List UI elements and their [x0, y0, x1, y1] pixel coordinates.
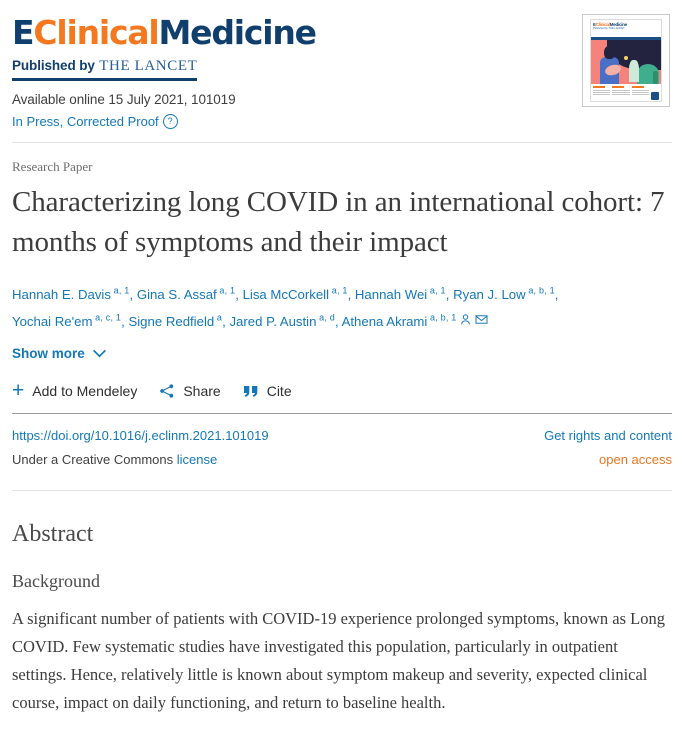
cover-art-shape-cactus: [653, 71, 658, 84]
author-name[interactable]: Athena Akrami: [342, 314, 428, 329]
publication-status[interactable]: In Press, Corrected Proof ?: [12, 114, 178, 129]
author-name[interactable]: Gina S. Assaf: [137, 287, 217, 302]
chevron-down-icon: [92, 346, 107, 361]
share-label: Share: [183, 383, 221, 400]
cover-subtitle: Published by THE LANCET: [593, 27, 625, 30]
masthead-divider: [12, 142, 672, 143]
author-affiliation-marker[interactable]: a, b, 1: [427, 312, 456, 322]
journal-cover-thumbnail[interactable]: EClinicalMedicine Published by THE LANCE…: [582, 14, 670, 107]
cover-art-figure-head: [604, 46, 615, 59]
cover-art-shape-dot: [624, 56, 628, 60]
author-separator: ,: [554, 287, 559, 303]
license-link[interactable]: license: [177, 452, 217, 467]
cover-footer-col: [593, 86, 611, 100]
abstract-heading: Abstract: [12, 521, 94, 548]
share-button[interactable]: Share: [159, 383, 221, 400]
journal-logo[interactable]: EClinicalMedicine: [12, 13, 318, 52]
abstract-section: Abstract Background A significant number…: [0, 521, 684, 717]
show-more-authors-button[interactable]: Show more: [12, 346, 107, 361]
cover-footer-badge: [650, 92, 659, 100]
logo-word-medicine: Medicine: [158, 13, 318, 52]
author-separator: ,: [347, 287, 355, 303]
author-affiliation-marker[interactable]: a, d: [316, 312, 335, 322]
author-name[interactable]: Hannah Wei: [355, 287, 427, 302]
doi-link[interactable]: https://doi.org/10.1016/j.eclinm.2021.10…: [12, 428, 269, 443]
share-nodes-icon: [159, 383, 175, 399]
available-online-date: Available online 15 July 2021, 101019: [12, 92, 236, 107]
journal-cover-image: EClinicalMedicine Published by THE LANCE…: [590, 19, 662, 102]
show-more-label: Show more: [12, 346, 85, 362]
license-prefix: Under a Creative Commons: [12, 452, 174, 468]
license-row: Under a Creative Commons license open ac…: [12, 452, 672, 467]
question-circle-icon[interactable]: ?: [162, 114, 178, 129]
author-separator: ,: [334, 313, 342, 329]
author-affiliation-marker[interactable]: a, 1: [111, 286, 130, 296]
article-type-kicker: Research Paper: [12, 159, 93, 174]
publisher-name: THE LANCET: [99, 58, 198, 74]
cover-artwork: [591, 40, 661, 84]
doi-rights-block: https://doi.org/10.1016/j.eclinm.2021.10…: [0, 428, 684, 467]
open-access-badge[interactable]: open access: [599, 452, 672, 467]
person-icon[interactable]: [459, 311, 472, 333]
author-name[interactable]: Lisa McCorkell: [243, 287, 329, 302]
article-page: EClinicalMedicine Published by THE LANCE…: [0, 0, 684, 749]
author-name[interactable]: Signe Redfield: [128, 314, 214, 329]
article-header: Research Paper Characterizing long COVID…: [0, 159, 684, 403]
author-name[interactable]: Jared P. Austin: [229, 314, 316, 329]
doi-row: https://doi.org/10.1016/j.eclinm.2021.10…: [12, 428, 672, 443]
cover-title: EClinicalMedicine: [591, 20, 661, 27]
author-name[interactable]: Hannah E. Davis: [12, 287, 111, 302]
add-to-mendeley-button[interactable]: + Add to Mendeley: [12, 379, 138, 403]
author-separator: ,: [445, 287, 454, 303]
cover-footer-col: [612, 86, 630, 100]
cover-footer: [591, 84, 661, 101]
abstract-background-heading: Background: [12, 571, 100, 592]
author-name[interactable]: Ryan J. Low: [453, 287, 526, 302]
author-affiliation-marker[interactable]: a, 1: [329, 286, 348, 296]
published-by-label: Published by: [12, 58, 95, 73]
cover-art-shape-plant: [629, 60, 639, 82]
get-rights-and-content-link[interactable]: Get rights and content: [544, 428, 672, 443]
published-by-lancet: Published by THE LANCET: [12, 57, 198, 81]
page-title: Characterizing long COVID in an internat…: [12, 186, 665, 258]
journal-masthead: EClinicalMedicine Published by THE LANCE…: [0, 0, 684, 129]
publication-status-label: In Press, Corrected Proof: [12, 114, 159, 129]
plus-icon: +: [12, 379, 25, 403]
envelope-icon[interactable]: [475, 311, 488, 333]
logo-word-clinical: Clinical: [33, 13, 159, 52]
author-affiliation-marker[interactable]: a, b, 1: [526, 286, 555, 296]
add-to-mendeley-label: Add to Mendeley: [32, 383, 138, 400]
author-separator: ,: [235, 287, 243, 303]
author-separator: ,: [129, 287, 137, 303]
author-name[interactable]: Yochai Re'em: [12, 314, 92, 329]
abstract-background-text: A significant number of patients with CO…: [12, 609, 666, 713]
article-action-bar: + Add to Mendeley Share Cite: [12, 379, 672, 403]
license-text: Under a Creative Commons license: [12, 452, 217, 467]
cite-label: Cite: [266, 383, 292, 400]
author-affiliation-marker[interactable]: a, c, 1: [92, 312, 121, 322]
author-affiliation-marker[interactable]: a, 1: [427, 286, 446, 296]
cover-header: EClinicalMedicine Published by THE LANCE…: [591, 20, 661, 37]
doi-section-divider: [12, 413, 672, 415]
quote-icon: [243, 385, 259, 398]
author-affiliation-marker[interactable]: a: [214, 312, 222, 322]
abstract-section-divider: [12, 490, 672, 492]
logo-letter-e: E: [12, 13, 35, 52]
cite-button[interactable]: Cite: [243, 383, 292, 399]
author-list: Hannah E. Davis a, 1, Gina S. Assaf a, 1…: [12, 280, 572, 333]
cover-footer-col: [631, 86, 649, 100]
author-affiliation-marker[interactable]: a, 1: [217, 286, 236, 296]
